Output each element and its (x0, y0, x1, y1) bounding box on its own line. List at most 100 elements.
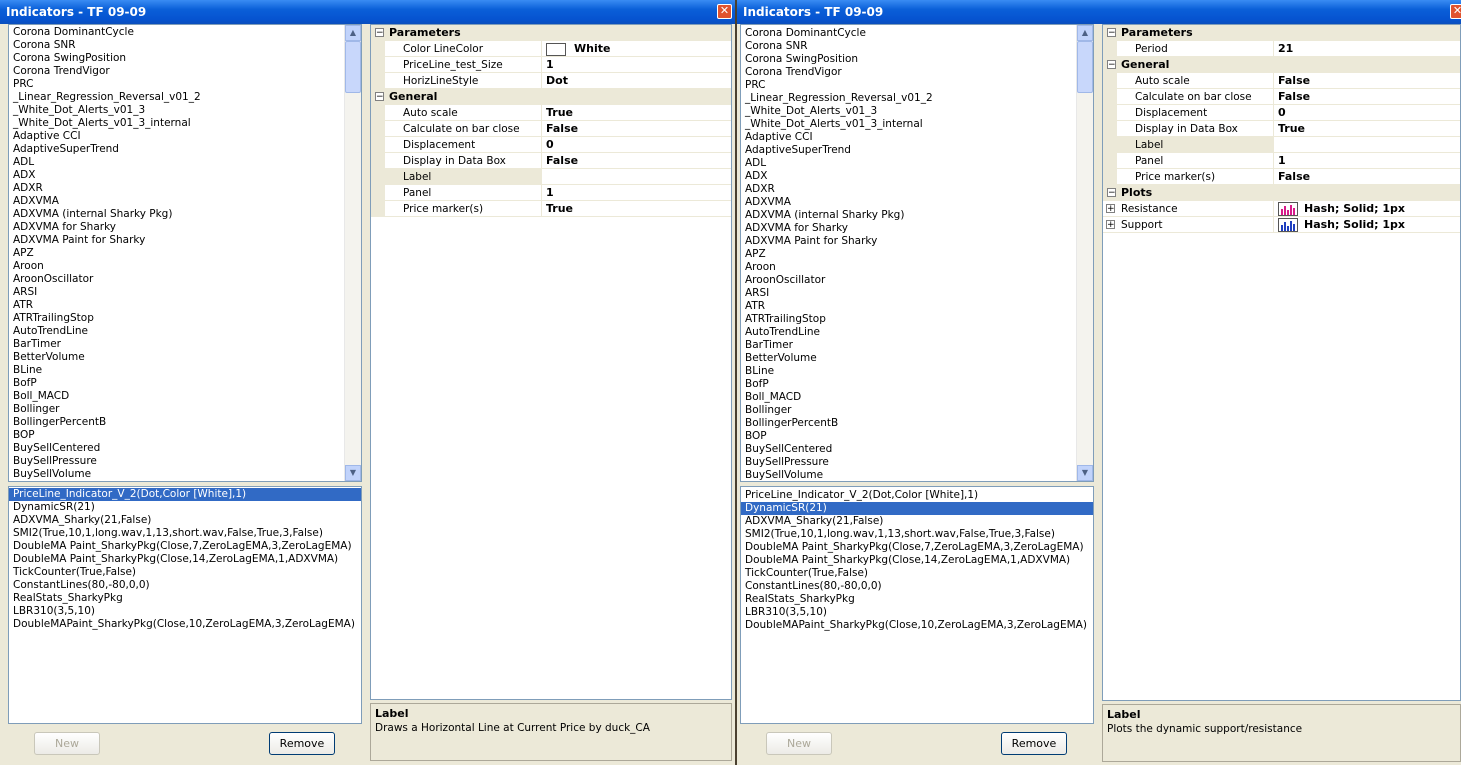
list-item[interactable]: BuySellVolume (741, 469, 1093, 481)
remove-button[interactable]: Remove (269, 732, 335, 755)
list-item[interactable]: Corona SNR (741, 40, 1093, 53)
list-item[interactable]: DoubleMA Paint_SharkyPkg(Close,7,ZeroLag… (9, 540, 361, 553)
list-item[interactable]: Bollinger (741, 404, 1093, 417)
list-item[interactable]: Aroon (741, 261, 1093, 274)
list-item[interactable]: Aroon (9, 260, 361, 273)
list-item[interactable]: Bollinger (9, 403, 361, 416)
list-item[interactable]: ARSI (741, 287, 1093, 300)
list-item[interactable]: DoubleMA Paint_SharkyPkg(Close,14,ZeroLa… (9, 553, 361, 566)
applied-indicators-list[interactable]: PriceLine_Indicator_V_2(Dot,Color [White… (8, 486, 362, 724)
list-item[interactable]: _White_Dot_Alerts_v01_3 (741, 105, 1093, 118)
list-item[interactable]: ADX (741, 170, 1093, 183)
list-item[interactable]: ADX (9, 169, 361, 182)
list-item[interactable]: SMI2(True,10,1,long.wav,1,13,short.wav,F… (741, 528, 1093, 541)
list-item[interactable]: ADXVMA (9, 195, 361, 208)
property-row[interactable]: Color LineColor White (371, 41, 731, 57)
scroll-down-icon[interactable]: ▼ (345, 465, 361, 481)
list-item[interactable]: BollingerPercentB (9, 416, 361, 429)
list-item[interactable]: ADXR (9, 182, 361, 195)
list-item[interactable]: LBR310(3,5,10) (741, 606, 1093, 619)
list-item[interactable]: ADXVMA Paint for Sharky (9, 234, 361, 247)
property-row[interactable]: Displacement 0 (1103, 105, 1460, 121)
list-item[interactable]: PRC (9, 78, 361, 91)
list-item[interactable]: Boll_MACD (741, 391, 1093, 404)
list-item[interactable]: ConstantLines(80,-80,0,0) (9, 579, 361, 592)
list-item[interactable]: BuySellPressure (741, 456, 1093, 469)
list-item[interactable]: BuySellPressure (9, 455, 361, 468)
property-value[interactable]: False (1273, 89, 1460, 104)
list-item[interactable]: APZ (9, 247, 361, 260)
list-item[interactable]: _White_Dot_Alerts_v01_3 (9, 104, 361, 117)
property-value[interactable]: False (541, 121, 731, 136)
property-row[interactable]: HorizLineStyle Dot (371, 73, 731, 89)
list-item[interactable]: ADXVMA (internal Sharky Pkg) (741, 209, 1093, 222)
list-item[interactable]: ADXVMA Paint for Sharky (741, 235, 1093, 248)
list-item[interactable]: ATR (9, 299, 361, 312)
property-row[interactable]: Panel 1 (1103, 153, 1460, 169)
property-value[interactable]: White (541, 41, 731, 56)
property-value[interactable]: False (541, 153, 731, 168)
property-row[interactable]: Display in Data Box True (1103, 121, 1460, 137)
list-item[interactable]: ADXVMA for Sharky (741, 222, 1093, 235)
list-item[interactable]: TickCounter(True,False) (9, 566, 361, 579)
property-row[interactable]: PriceLine_test_Size 1 (371, 57, 731, 73)
list-item[interactable]: Corona SNR (9, 39, 361, 52)
list-item[interactable]: AroonOscillator (9, 273, 361, 286)
property-value[interactable]: Hash; Solid; 1px (1273, 217, 1460, 232)
category-header[interactable]: − Parameters (371, 25, 731, 41)
available-indicators-list[interactable]: Corona DominantCycle Corona SNR Corona Swi… (740, 24, 1094, 482)
list-item[interactable]: _Linear_Regression_Reversal_v01_2 (741, 92, 1093, 105)
list-item[interactable]: Corona TrendVigor (741, 66, 1093, 79)
property-value[interactable]: Dot (541, 73, 731, 88)
list-item[interactable]: TickCounter(True,False) (741, 567, 1093, 580)
list-item[interactable]: ADXVMA (internal Sharky Pkg) (9, 208, 361, 221)
new-button[interactable]: New (766, 732, 832, 755)
list-item[interactable]: _Linear_Regression_Reversal_v01_2 (9, 91, 361, 104)
property-row[interactable]: Panel 1 (371, 185, 731, 201)
list-item[interactable]: RealStats_SharkyPkg (9, 592, 361, 605)
property-row[interactable]: Calculate on bar close False (371, 121, 731, 137)
property-row[interactable]: + Support Hash; Solid; 1px (1103, 217, 1460, 233)
property-row[interactable]: Auto scale False (1103, 73, 1460, 89)
list-item[interactable]: _White_Dot_Alerts_v01_3_internal (9, 117, 361, 130)
list-item[interactable]: BetterVolume (741, 352, 1093, 365)
close-icon[interactable]: ✕ (717, 4, 732, 19)
property-value[interactable] (541, 169, 731, 184)
collapse-icon[interactable]: − (1107, 28, 1116, 38)
list-item[interactable]: BofP (741, 378, 1093, 391)
list-item[interactable]: Boll_MACD (9, 390, 361, 403)
scroll-thumb[interactable] (345, 41, 361, 93)
property-value[interactable] (1273, 137, 1460, 152)
list-item[interactable]: BarTimer (741, 339, 1093, 352)
list-item[interactable]: LBR310(3,5,10) (9, 605, 361, 618)
property-row[interactable]: Label (1103, 137, 1460, 153)
list-item[interactable]: PriceLine_Indicator_V_2(Dot,Color [White… (741, 489, 1093, 502)
list-item[interactable]: DoubleMA Paint_SharkyPkg(Close,14,ZeroLa… (741, 554, 1093, 567)
property-value[interactable]: True (1273, 121, 1460, 136)
list-item[interactable]: ADL (9, 156, 361, 169)
close-icon[interactable]: ✕ (1450, 4, 1461, 19)
list-item[interactable]: SMI2(True,10,1,long.wav,1,13,short.wav,F… (9, 527, 361, 540)
list-item[interactable]: Adaptive CCI (741, 131, 1093, 144)
collapse-icon[interactable]: − (375, 28, 384, 38)
property-row[interactable]: Display in Data Box False (371, 153, 731, 169)
list-item[interactable]: ATR (741, 300, 1093, 313)
list-item[interactable]: Corona SwingPosition (741, 53, 1093, 66)
property-row[interactable]: Price marker(s) True (371, 201, 731, 217)
property-value[interactable]: 21 (1273, 41, 1460, 56)
list-item[interactable]: DynamicSR(21) (9, 501, 361, 514)
property-row[interactable]: Displacement 0 (371, 137, 731, 153)
property-value[interactable]: 1 (541, 185, 731, 200)
list-item[interactable]: ConstantLines(80,-80,0,0) (741, 580, 1093, 593)
scroll-thumb[interactable] (1077, 41, 1093, 93)
new-button[interactable]: New (34, 732, 100, 755)
list-item[interactable]: BuySellCentered (741, 443, 1093, 456)
scrollbar[interactable]: ▲ ▼ (1076, 25, 1093, 481)
list-item[interactable]: ADXR (741, 183, 1093, 196)
category-header[interactable]: − General (1103, 57, 1460, 73)
list-item[interactable]: AroonOscillator (741, 274, 1093, 287)
list-item[interactable]: DynamicSR(21) (741, 502, 1093, 515)
scroll-down-icon[interactable]: ▼ (1077, 465, 1093, 481)
list-item[interactable]: BuySellCentered (9, 442, 361, 455)
category-header[interactable]: − General (371, 89, 731, 105)
